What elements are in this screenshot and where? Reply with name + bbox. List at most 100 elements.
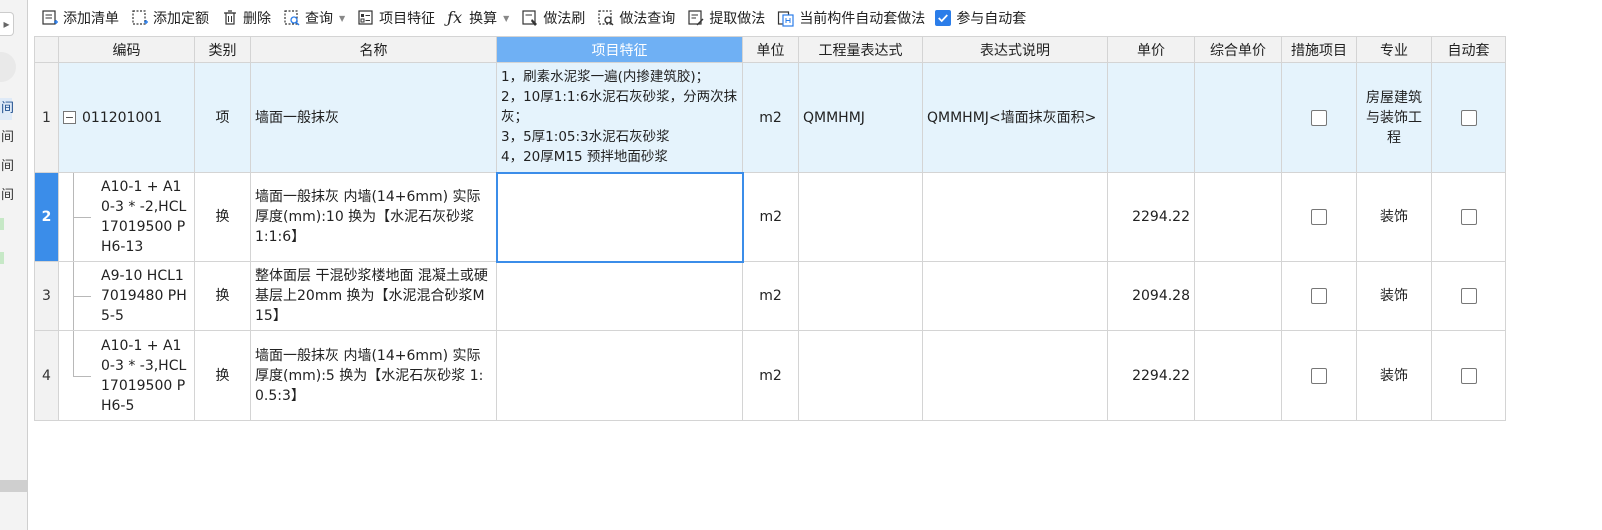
specialty-cell[interactable]: 房屋建筑与装饰工程 xyxy=(1356,62,1432,173)
fx-icon: ƒx xyxy=(447,8,463,27)
unit-price-cell[interactable] xyxy=(1107,62,1195,173)
composite-price-cell[interactable] xyxy=(1194,330,1282,421)
composite-price-cell[interactable] xyxy=(1194,62,1282,173)
code-cell[interactable]: A10-1 + A10-3 * -2,HCL17019500 PH6-13 xyxy=(58,172,195,262)
type-cell[interactable]: 换 xyxy=(194,261,251,331)
expression-cell[interactable] xyxy=(798,261,923,331)
measure-item-checkbox[interactable] xyxy=(1311,109,1327,126)
specialty-cell[interactable]: 装饰 xyxy=(1356,172,1432,262)
header-unit[interactable]: 单位 xyxy=(742,36,799,63)
table-row[interactable]: 1 − 011201001 项 墙面一般抹灰 1，刷素水泥浆一遍(内掺建筑胶)；… xyxy=(34,62,1506,173)
name-cell[interactable]: 整体面层 干混砂浆楼地面 混凝土或硬基层上20mm 换为【水泥混合砂浆M15】 xyxy=(250,261,497,331)
features-cell[interactable] xyxy=(496,330,743,421)
header-corner[interactable] xyxy=(34,36,59,63)
type-cell[interactable]: 换 xyxy=(194,172,251,262)
table-row[interactable]: 3 A9-10 HCL17019480 PH5-5 换 整体面层 干混砂浆楼地面… xyxy=(34,261,1506,331)
measure-item-checkbox[interactable] xyxy=(1311,209,1327,225)
unit-cell[interactable]: m2 xyxy=(742,172,799,262)
name-cell[interactable]: 墙面一般抹灰 内墙(14+6mm) 实际厚度(mm):10 换为【水泥石灰砂浆 … xyxy=(250,172,497,262)
row-number[interactable]: 2 xyxy=(34,172,59,262)
add-quota-button[interactable]: 添加定额 xyxy=(125,0,215,36)
header-name[interactable]: 名称 xyxy=(250,36,497,63)
query-button[interactable]: 查询 ▼ xyxy=(277,0,351,36)
item-feature-button[interactable]: 项目特征 xyxy=(351,0,441,36)
composite-price-cell[interactable] xyxy=(1194,172,1282,262)
auto-apply-cell[interactable] xyxy=(1431,172,1506,262)
extract-method-button[interactable]: 提取做法 xyxy=(681,0,771,36)
auto-apply-row-checkbox[interactable] xyxy=(1460,367,1477,384)
expression-cell[interactable]: QMMHMJ xyxy=(798,62,923,173)
expression-description-cell[interactable]: QMMHMJ<墙面抹灰面积> xyxy=(922,62,1108,173)
header-unit-price[interactable]: 单价 xyxy=(1107,36,1195,63)
conversion-button[interactable]: ƒx 换算 ▼ xyxy=(441,0,515,36)
type-cell[interactable]: 换 xyxy=(194,330,251,421)
checkbox-checked-icon[interactable] xyxy=(935,10,952,26)
name-cell[interactable]: 墙面一般抹灰 内墙(14+6mm) 实际厚度(mm):5 换为【水泥石灰砂浆 1… xyxy=(250,330,497,421)
features-cell[interactable]: 1，刷素水泥浆一遍(内掺建筑胶)； 2，10厚1:1:6水泥石灰砂浆，分两次抹灰… xyxy=(496,62,743,173)
auto-apply-cell[interactable] xyxy=(1431,330,1506,421)
expression-description-cell[interactable] xyxy=(922,261,1108,331)
auto-apply-checkbox[interactable]: 参与自动套 xyxy=(931,0,1030,36)
code-cell[interactable]: − 011201001 xyxy=(58,62,195,173)
unit-cell[interactable]: m2 xyxy=(742,261,799,331)
method-query-button[interactable]: 做法查询 xyxy=(591,0,681,36)
row-number[interactable]: 1 xyxy=(34,62,59,173)
table-row[interactable]: 4 A10-1 + A10-3 * -3,HCL17019500 PH6-5 换… xyxy=(34,330,1506,421)
composite-price-cell[interactable] xyxy=(1194,261,1282,331)
left-tab-3[interactable]: 间 xyxy=(0,156,14,178)
code-cell[interactable]: A9-10 HCL17019480 PH5-5 xyxy=(58,261,195,331)
measure-item-cell[interactable] xyxy=(1281,330,1357,421)
delete-button[interactable]: 删除 xyxy=(215,0,277,36)
row-number[interactable]: 3 xyxy=(34,261,59,331)
table-row[interactable]: 2 A10-1 + A10-3 * -2,HCL17019500 PH6-13 … xyxy=(34,171,1506,263)
unit-cell[interactable]: m2 xyxy=(742,62,799,173)
add-list-button[interactable]: 添加清单 xyxy=(35,0,125,36)
header-quantity-expression[interactable]: 工程量表达式 xyxy=(798,36,923,63)
expression-cell[interactable] xyxy=(798,172,923,262)
header-code[interactable]: 编码 xyxy=(58,36,195,63)
collapse-panel-button[interactable]: ▸ xyxy=(0,12,14,36)
type-cell[interactable]: 项 xyxy=(194,62,251,173)
left-tab-4[interactable]: 间 xyxy=(0,185,14,207)
features-cell[interactable] xyxy=(496,261,743,331)
unit-price-cell[interactable]: 2094.28 xyxy=(1107,261,1195,331)
measure-item-cell[interactable] xyxy=(1281,172,1357,262)
features-cell-editing[interactable] xyxy=(495,171,744,263)
left-scrollbar[interactable] xyxy=(0,480,28,492)
header-auto-apply[interactable]: 自动套 xyxy=(1431,36,1506,63)
specialty-cell[interactable]: 装饰 xyxy=(1356,261,1432,331)
auto-apply-cell[interactable] xyxy=(1431,261,1506,331)
left-tab-1[interactable]: 间 xyxy=(0,98,14,120)
chevron-down-icon[interactable]: ▼ xyxy=(339,14,345,23)
panel-handle[interactable] xyxy=(0,52,16,82)
auto-apply-row-checkbox[interactable] xyxy=(1460,288,1477,304)
unit-price-cell[interactable]: 2294.22 xyxy=(1107,172,1195,262)
measure-item-checkbox[interactable] xyxy=(1311,288,1327,304)
row-number[interactable]: 4 xyxy=(34,330,59,421)
expression-cell[interactable] xyxy=(798,330,923,421)
auto-apply-row-checkbox[interactable] xyxy=(1460,109,1477,126)
measure-item-checkbox[interactable] xyxy=(1311,367,1327,384)
left-tab-2[interactable]: 间 xyxy=(0,127,14,149)
auto-apply-cell[interactable] xyxy=(1431,62,1506,173)
measure-item-cell[interactable] xyxy=(1281,62,1357,173)
header-composite-price[interactable]: 综合单价 xyxy=(1194,36,1282,63)
header-measure-item[interactable]: 措施项目 xyxy=(1281,36,1357,63)
unit-cell[interactable]: m2 xyxy=(742,330,799,421)
header-type[interactable]: 类别 xyxy=(194,36,251,63)
collapse-tree-icon[interactable]: − xyxy=(63,111,76,124)
name-cell[interactable]: 墙面一般抹灰 xyxy=(250,62,497,173)
expression-description-cell[interactable] xyxy=(922,330,1108,421)
chevron-down-icon[interactable]: ▼ xyxy=(503,14,509,23)
method-brush-button[interactable]: 做法刷 xyxy=(515,0,591,36)
expression-description-cell[interactable] xyxy=(922,172,1108,262)
measure-item-cell[interactable] xyxy=(1281,261,1357,331)
specialty-cell[interactable]: 装饰 xyxy=(1356,330,1432,421)
auto-apply-row-checkbox[interactable] xyxy=(1460,209,1477,225)
code-cell[interactable]: A10-1 + A10-3 * -3,HCL17019500 PH6-5 xyxy=(58,330,195,421)
header-expression-description[interactable]: 表达式说明 xyxy=(922,36,1108,63)
header-specialty[interactable]: 专业 xyxy=(1356,36,1432,63)
auto-apply-button[interactable]: 当前构件自动套做法 xyxy=(771,0,931,36)
unit-price-cell[interactable]: 2294.22 xyxy=(1107,330,1195,421)
header-item-features[interactable]: 项目特征 xyxy=(496,36,743,63)
